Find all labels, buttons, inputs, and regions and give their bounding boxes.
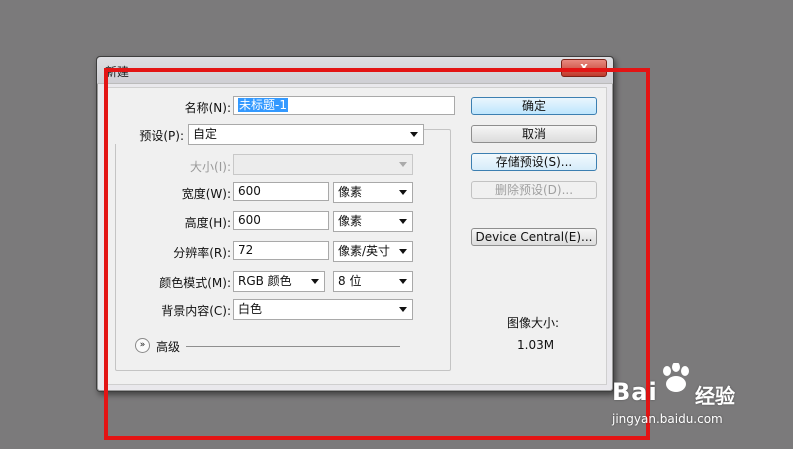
background-value: 白色 — [238, 302, 263, 316]
close-icon: x — [580, 60, 588, 74]
size-label: 大小(I): — [190, 160, 231, 174]
new-document-dialog: 新建 x 名称(N): 未标题-1 预设(P): 自定 大小(I): 宽度(W)… — [96, 56, 614, 392]
height-unit-select[interactable]: 像素 — [333, 211, 413, 232]
chevron-double-down-icon[interactable]: » — [135, 338, 150, 353]
advanced-label[interactable]: 高级 — [156, 338, 180, 355]
resolution-input-value: 72 — [238, 243, 254, 257]
resolution-unit-value: 像素/英寸 — [338, 244, 391, 258]
dialog-titlebar[interactable]: 新建 x — [97, 57, 613, 84]
name-input-value: 未标题-1 — [238, 98, 288, 112]
chevron-down-icon — [399, 279, 407, 284]
height-label: 高度(H): — [184, 216, 231, 230]
height-input[interactable]: 600 — [233, 211, 329, 230]
ok-button[interactable]: 确定 — [471, 97, 597, 115]
color-mode-label: 颜色模式(M): — [159, 276, 231, 290]
cancel-button[interactable]: 取消 — [471, 125, 597, 143]
height-input-value: 600 — [238, 213, 261, 227]
advanced-divider — [186, 346, 400, 347]
chevron-down-icon — [399, 162, 407, 167]
watermark-brand-suffix: 经验 — [695, 384, 735, 408]
width-unit-select[interactable]: 像素 — [333, 182, 413, 203]
save-preset-button[interactable]: 存储预设(S)... — [471, 153, 597, 171]
image-size-label: 图像大小: — [507, 316, 560, 330]
resolution-input[interactable]: 72 — [233, 241, 329, 260]
chevron-down-icon — [410, 132, 418, 137]
chevron-down-icon — [311, 279, 319, 284]
chevron-down-icon — [399, 249, 407, 254]
bit-depth-select[interactable]: 8 位 — [333, 271, 413, 292]
color-mode-value: RGB 颜色 — [238, 274, 292, 288]
name-label: 名称(N): — [184, 101, 231, 115]
width-unit-value: 像素 — [338, 185, 363, 199]
width-input-value: 600 — [238, 184, 261, 198]
watermark-brand: Bai — [612, 378, 658, 406]
chevron-down-icon — [399, 307, 407, 312]
image-size-value: 1.03M — [517, 338, 555, 352]
close-button[interactable]: x — [561, 59, 607, 77]
width-input[interactable]: 600 — [233, 182, 329, 201]
chevron-down-icon — [399, 190, 407, 195]
background-select[interactable]: 白色 — [233, 299, 413, 320]
chevron-down-icon — [399, 219, 407, 224]
size-select — [233, 154, 413, 175]
resolution-unit-select[interactable]: 像素/英寸 — [333, 241, 413, 262]
color-mode-select[interactable]: RGB 颜色 — [233, 271, 325, 292]
paw-icon — [663, 363, 689, 392]
watermark-url: jingyan.baidu.com — [612, 412, 723, 426]
background-label: 背景内容(C): — [161, 304, 231, 318]
name-input[interactable]: 未标题-1 — [233, 96, 455, 115]
height-unit-value: 像素 — [338, 214, 363, 228]
width-label: 宽度(W): — [181, 187, 231, 201]
preset-select[interactable]: 自定 — [188, 124, 424, 145]
preset-label: 预设(P): — [106, 127, 188, 144]
dialog-title: 新建 — [105, 65, 130, 79]
resolution-label: 分辨率(R): — [173, 246, 231, 260]
dialog-content: 名称(N): 未标题-1 预设(P): 自定 大小(I): 宽度(W): 600… — [105, 87, 607, 385]
preset-select-value: 自定 — [193, 127, 218, 141]
bit-depth-value: 8 位 — [338, 274, 362, 288]
device-central-button[interactable]: Device Central(E)... — [471, 228, 597, 246]
delete-preset-button: 删除预设(D)... — [471, 181, 597, 199]
